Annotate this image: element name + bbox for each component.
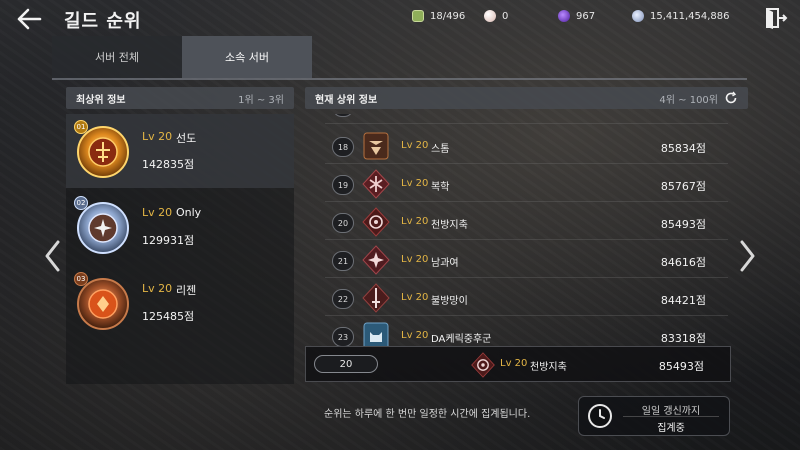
guild-level: Lv 20 [142,130,173,143]
rank-number-badge: 18 [332,114,354,117]
top-bar: 길드 순위 18/496 0 967 15,411,454,886 [0,0,800,36]
top-guild-row-1[interactable]: 01 Lv 20 선도 142835점 [66,114,294,188]
pearl-value: 0 [502,10,509,22]
rank-number-badge: 02 [74,196,88,210]
clock-icon [587,403,613,429]
my-guild-name: 천방지축 [530,362,567,373]
next-page-arrow-icon[interactable] [736,238,758,274]
refresh-icon[interactable] [724,91,738,105]
top-info-header: 최상위 정보 1위 ~ 3위 [66,87,294,109]
guild-level: Lv 20 [401,178,429,189]
guild-name: 스톰 [431,144,450,155]
pearl-count: 0 [484,10,508,22]
guild-level: Lv 20 [401,292,429,303]
guild-name: 남과여 [431,258,459,269]
purple-gem-value: 967 [576,10,596,22]
ranking-title: 현재 상위 정보 [315,94,378,106]
guild-level: Lv 20 [401,216,429,227]
exit-icon[interactable] [764,7,788,29]
guild-level: Lv 20 [401,140,429,151]
rank-number-badge: 01 [74,120,88,134]
guild-name: 선도 [176,132,197,145]
my-guild-score: 85493점 [658,360,704,373]
guild-score: 129931점 [142,234,195,247]
silver-coin-icon [632,10,644,22]
ranking-row[interactable]: 18 Lv 20 스톰 85834점 [305,128,748,164]
guild-level: Lv 20 [401,254,429,265]
top-info-range: 1위 ~ 3위 [238,94,284,106]
flower-emblem-icon [470,351,496,379]
ranking-header: 현재 상위 정보 4위 ~ 100위 [305,87,748,109]
guild-member-icon [412,10,424,22]
timer-label: 일일 갱신까지 [641,406,701,417]
top-guild-row-2[interactable]: 02 Lv 20 Only 129931점 [66,190,294,264]
guild-name: 복학 [431,182,450,193]
purple-gem-icon [558,10,570,22]
rank-number-badge: 18 [332,137,354,157]
guild-name: 불방망이 [431,296,468,307]
guild-score: 83318점 [660,332,706,345]
top-info-title: 최상위 정보 [76,94,126,106]
pearl-icon [484,10,496,22]
back-arrow-icon[interactable] [14,6,44,32]
guild-member-value: 18/496 [430,10,466,22]
ranking-list[interactable]: 18 18 Lv 20 스톰 85834점 19 Lv 20 복학 85767점… [305,114,748,346]
daily-refresh-button[interactable]: 일일 갱신까지 집계중 [578,396,730,436]
guild-level: Lv 20 [142,282,173,295]
guild-score: 84616점 [660,256,706,269]
guild-member-count: 18/496 [412,10,465,22]
guild-name: Only [176,206,202,219]
storm-emblem-icon [361,130,391,162]
rank-number-badge: 03 [74,272,88,286]
ranking-row-partial: 18 [305,114,748,124]
sword-emblem-icon [361,282,391,314]
top-guild-list: 01 Lv 20 선도 142835점 02 Lv 20 Only 129931… [66,114,294,384]
guild-score: 125485점 [142,310,195,323]
ranking-row[interactable]: 20 Lv 20 천방지축 85493점 [305,204,748,240]
my-guild-level: Lv 20 [500,358,528,369]
ranking-row[interactable]: 21 Lv 20 남과여 84616점 [305,242,748,278]
ranking-row[interactable]: 22 Lv 20 불방망이 84421점 [305,280,748,316]
ranking-notice: 순위는 하루에 한 번만 일정한 시간에 집계됩니다. [324,409,531,420]
guild-level: Lv 20 [401,330,429,341]
tab-divider [52,78,747,80]
crest-emblem-icon [361,168,391,200]
page-title: 길드 순위 [64,11,142,32]
guild-name: DA케릭중후군 [431,334,492,345]
prev-page-arrow-icon[interactable] [42,238,64,274]
rank-number-badge: 23 [332,327,354,346]
guild-score: 85834점 [660,142,706,155]
guild-score: 84421점 [660,294,706,307]
top-guild-row-3[interactable]: 03 Lv 20 리젠 125485점 [66,266,294,340]
timer-status: 집계중 [619,416,723,434]
rank-number-badge: 22 [332,289,354,309]
guild-name: 리젠 [176,284,197,297]
cat-emblem-icon [361,320,391,346]
guild-level: Lv 20 [142,206,173,219]
rank-number-badge: 19 [332,175,354,195]
star-emblem-icon [361,244,391,276]
silver-coin-value: 15,411,454,886 [650,10,730,22]
ranking-row[interactable]: 19 Lv 20 복학 85767점 [305,166,748,202]
purple-gem-count: 967 [558,10,595,22]
ranking-range: 4위 ~ 100위 [659,94,718,106]
flower-emblem-icon [361,206,391,238]
ranking-row[interactable]: 23 Lv 20 DA케릭중후군 83318점 [305,318,748,346]
guild-score: 85493점 [660,218,706,231]
rank-number-badge: 21 [332,251,354,271]
my-guild-rank: 20 [314,355,378,373]
rank-number-badge: 20 [332,213,354,233]
silver-coin-count: 15,411,454,886 [632,10,730,22]
guild-score: 142835점 [142,158,195,171]
tab-all-servers[interactable]: 서버 전체 [52,36,182,78]
my-guild-row[interactable]: 20 Lv 20 천방지축 85493점 [305,346,731,382]
guild-name: 천방지축 [431,220,468,231]
tab-my-server[interactable]: 소속 서버 [182,36,312,78]
guild-score: 85767점 [660,180,706,193]
